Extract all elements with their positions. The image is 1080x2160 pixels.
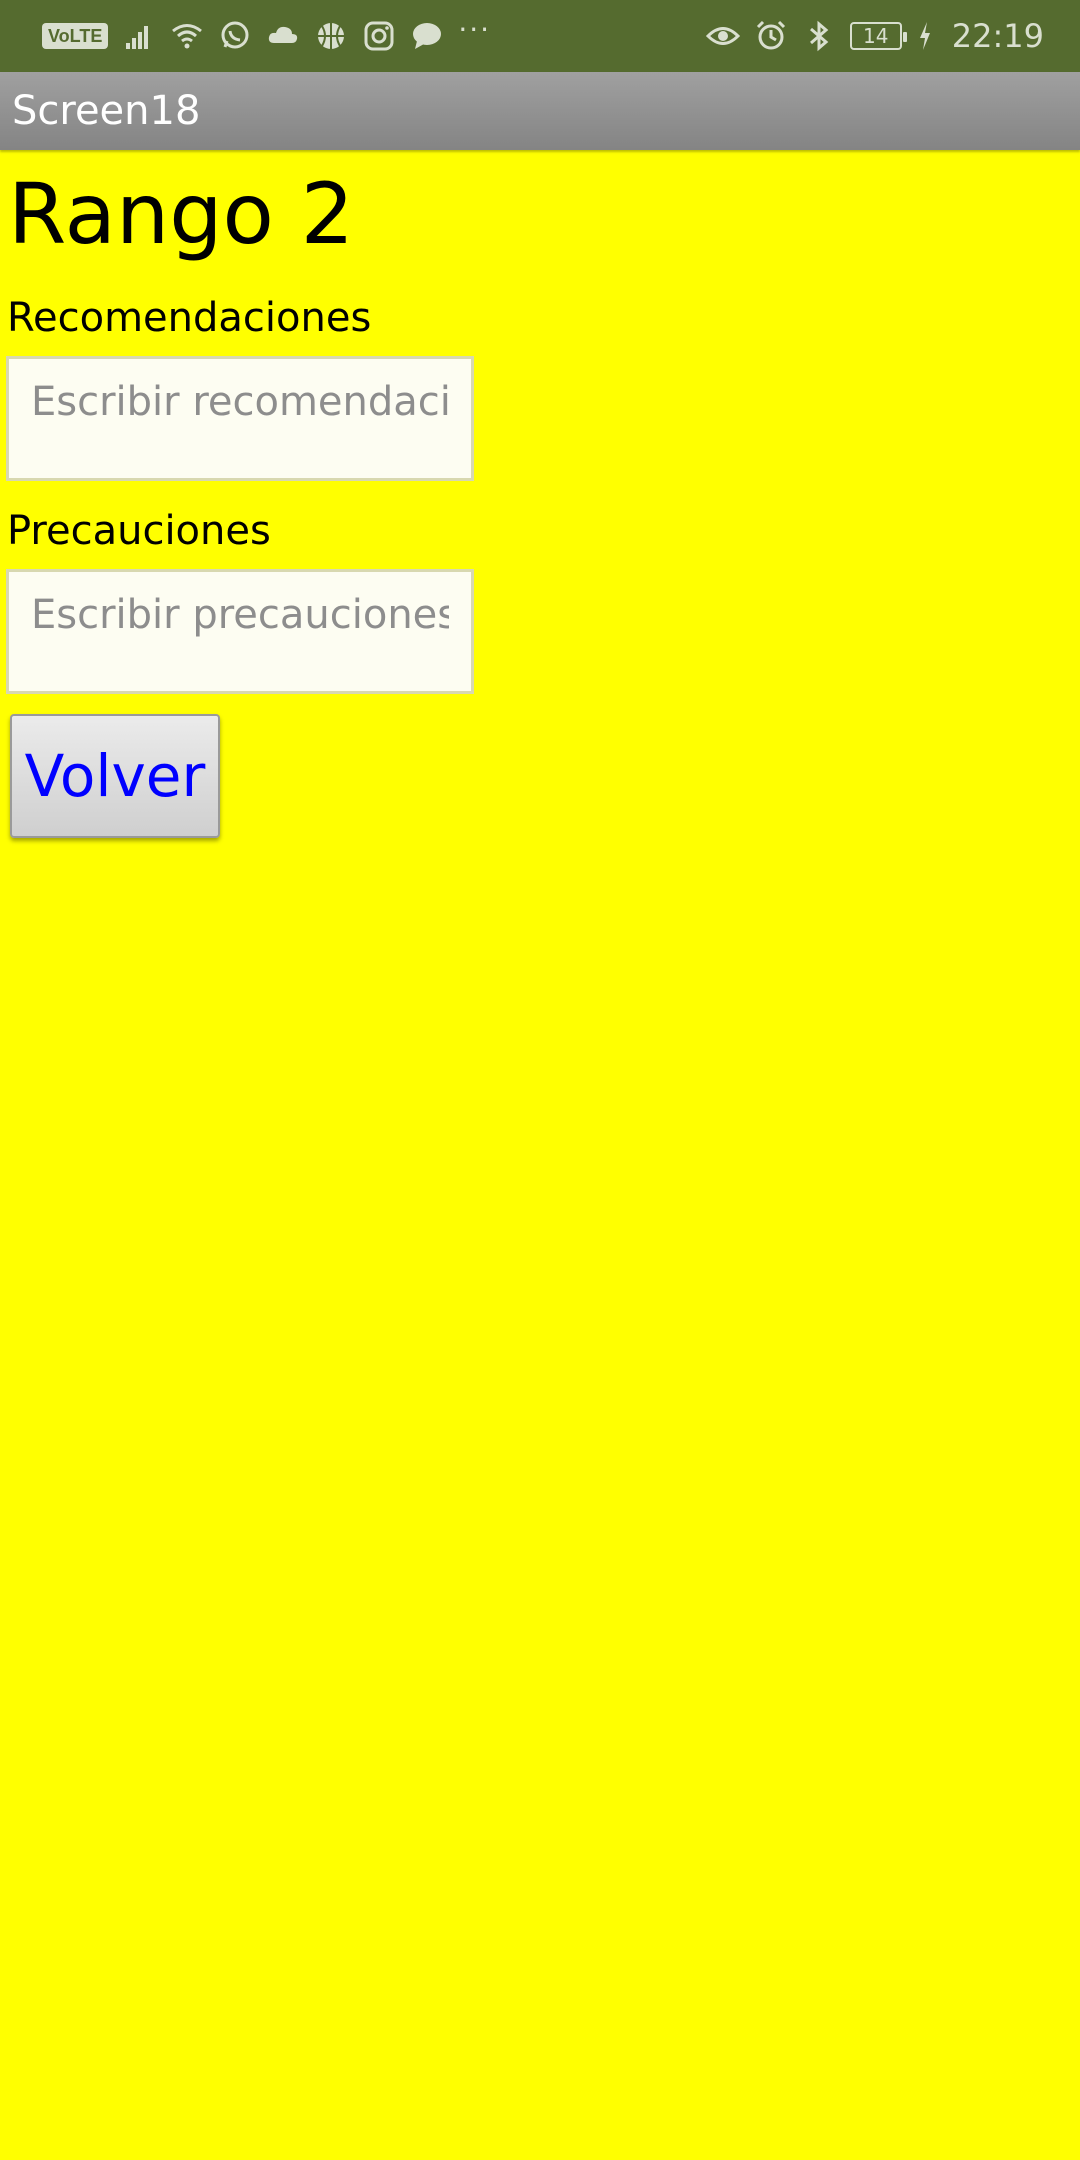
alarm-icon xyxy=(754,19,788,53)
app-title-bar: Screen18 xyxy=(0,72,1080,150)
recommendations-input[interactable] xyxy=(6,356,474,481)
battery-indicator: 14 xyxy=(849,22,907,50)
more-notifications-indicator: ··· xyxy=(458,13,492,46)
recommendations-label: Recomendaciones xyxy=(7,295,372,341)
volte-badge: VoLTE xyxy=(42,23,109,49)
status-left-group: VoLTE ··· xyxy=(42,0,491,72)
whatsapp-icon xyxy=(218,19,252,53)
page-heading: Rango 2 xyxy=(8,165,355,263)
precautions-input[interactable] xyxy=(6,569,474,694)
charging-icon xyxy=(916,19,934,53)
status-right-group: 14 22:19 xyxy=(705,0,1044,72)
screen-title: Screen18 xyxy=(12,88,201,134)
instagram-icon xyxy=(362,19,396,53)
wifi-icon xyxy=(170,19,204,53)
eye-icon xyxy=(705,19,740,53)
cloud-icon xyxy=(266,19,300,53)
chat-bubble-icon xyxy=(410,19,444,53)
back-button[interactable]: Volver xyxy=(10,714,220,838)
bluetooth-icon xyxy=(802,19,836,53)
precautions-label: Precauciones xyxy=(7,508,271,554)
signal-icon xyxy=(122,19,156,53)
basketball-icon xyxy=(314,19,348,53)
status-time: 22:19 xyxy=(951,17,1044,55)
status-bar: VoLTE ··· 14 22:19 xyxy=(0,0,1080,72)
